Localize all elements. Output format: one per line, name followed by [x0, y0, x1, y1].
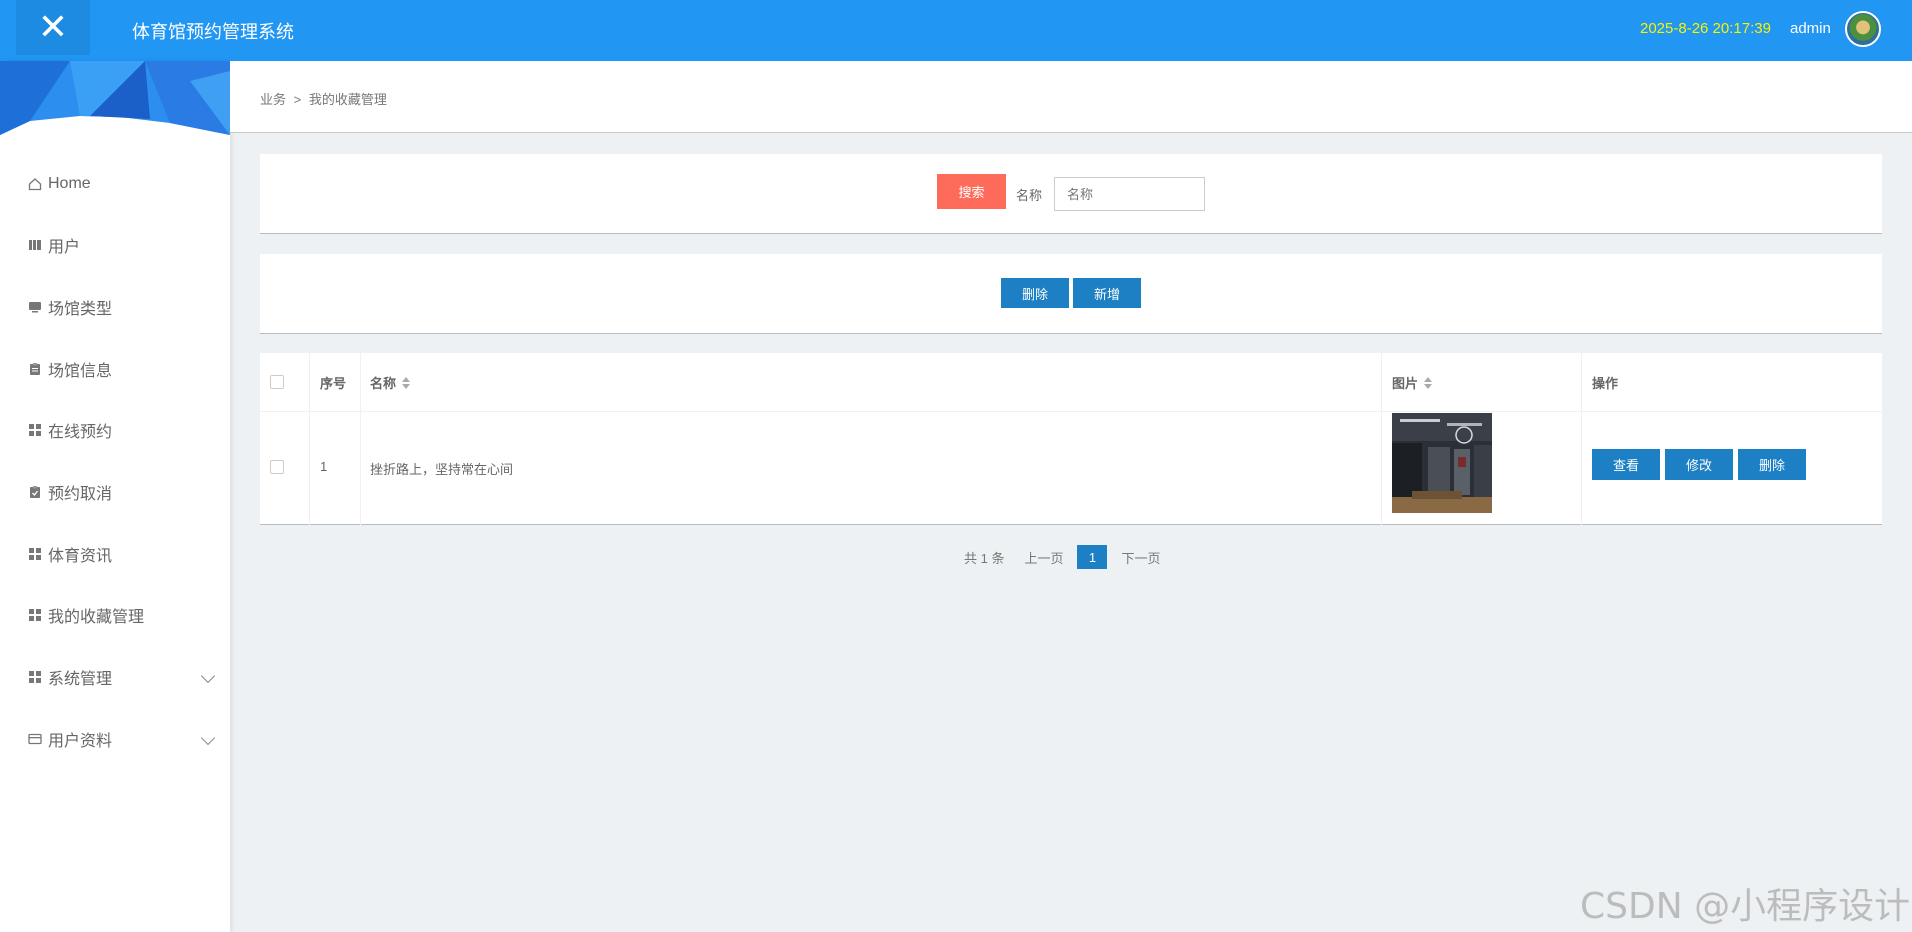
column-divider: [360, 353, 361, 525]
book-icon: [28, 238, 42, 252]
chevron-down-icon[interactable]: [200, 730, 216, 746]
chevron-down-icon[interactable]: [200, 668, 216, 684]
datetime-display: 2025-8-26 20:17:39: [1640, 20, 1771, 37]
sort-icon[interactable]: [402, 376, 411, 389]
sidebar-item-label: 预约取消: [48, 486, 113, 503]
watermark: CSDN @小程序设计: [1580, 886, 1911, 927]
search-input[interactable]: [1054, 177, 1205, 211]
sidebar-item-my-favorites[interactable]: 我的收藏管理: [28, 603, 213, 627]
grid-icon: [28, 608, 42, 622]
breadcrumb: 业务 > 我的收藏管理: [260, 89, 387, 108]
column-header-label: 序号: [320, 376, 347, 391]
breadcrumb-separator: >: [293, 92, 302, 107]
next-page-link[interactable]: 下一页: [1121, 548, 1160, 567]
select-all-checkbox[interactable]: [270, 375, 284, 389]
column-header-label: 操作: [1592, 376, 1619, 391]
sidebar-item-label: 系统管理: [48, 671, 113, 688]
sidebar-item-venue-types[interactable]: 场馆类型: [28, 295, 213, 319]
sidebar-item-user-profile[interactable]: 用户资料: [28, 727, 216, 751]
favorites-table: 序号 名称 图片 操作 1 挫折路上，坚持常在心间 查看 修改 删除: [260, 353, 1882, 525]
page-number-current[interactable]: 1: [1077, 545, 1108, 569]
column-divider: [1581, 353, 1582, 525]
grid-icon: [28, 423, 42, 437]
sidebar-item-label: 在线预约: [48, 424, 113, 441]
sidebar-item-label: Home: [48, 175, 91, 192]
search-panel: 搜索 名称: [260, 154, 1882, 234]
close-icon: ✕: [37, 6, 69, 48]
grid-icon: [28, 547, 42, 561]
column-header-label: 图片: [1392, 376, 1419, 391]
sidebar-item-venue-info[interactable]: 场馆信息: [28, 357, 213, 381]
sidebar-item-label: 用户: [48, 239, 81, 256]
home-icon: [28, 177, 42, 191]
column-header-name[interactable]: 名称: [370, 373, 411, 392]
column-header-image[interactable]: 图片: [1392, 373, 1433, 392]
card-icon: [28, 732, 42, 746]
header-row-divider: [260, 411, 1882, 412]
app-title: 体育馆预约管理系统: [132, 22, 294, 42]
breadcrumb-root[interactable]: 业务: [260, 92, 286, 107]
prev-page-link[interactable]: 上一页: [1024, 548, 1063, 567]
sort-icon[interactable]: [1424, 376, 1433, 389]
edit-button[interactable]: 修改: [1665, 449, 1733, 480]
sidebar-banner-graphic: [0, 61, 230, 135]
pagination: 共 1 条 上一页 1 下一页: [964, 545, 1161, 569]
column-divider: [1381, 353, 1382, 525]
row-image-thumbnail[interactable]: [1392, 413, 1492, 513]
column-divider: [309, 353, 310, 525]
column-header-label: 名称: [370, 376, 397, 391]
sidebar-item-users[interactable]: 用户: [28, 233, 213, 257]
sidebar-item-label: 场馆信息: [48, 363, 113, 380]
bulk-delete-button[interactable]: 删除: [1001, 278, 1069, 308]
close-sidebar-button[interactable]: ✕: [16, 0, 90, 55]
gym-interior-image: [1392, 413, 1492, 513]
clipboard-check-icon: [28, 485, 42, 499]
top-header: ✕ 体育馆预约管理系统 2025-8-26 20:17:39 admin: [0, 0, 1912, 61]
grid-icon: [28, 670, 42, 684]
row-checkbox[interactable]: [270, 460, 284, 474]
sidebar: Home 用户 场馆类型 场馆信息 在线预约 预约取消 体育资讯 我的收藏管理 …: [0, 61, 230, 932]
breadcrumb-bar: 业务 > 我的收藏管理: [230, 61, 1912, 133]
sidebar-item-system-management[interactable]: 系统管理: [28, 665, 216, 689]
action-panel: 删除 新增: [260, 254, 1882, 334]
clipboard-icon: [28, 362, 42, 376]
username[interactable]: admin: [1790, 20, 1831, 37]
view-button[interactable]: 查看: [1592, 449, 1660, 480]
row-delete-button[interactable]: 删除: [1738, 449, 1806, 480]
search-field-label: 名称: [1016, 188, 1043, 203]
sidebar-item-online-booking[interactable]: 在线预约: [28, 418, 213, 442]
sidebar-item-label: 我的收藏管理: [48, 609, 145, 626]
sidebar-item-booking-cancel[interactable]: 预约取消: [28, 480, 213, 504]
sidebar-item-label: 体育资讯: [48, 548, 113, 565]
add-button[interactable]: 新增: [1073, 278, 1141, 308]
monitor-icon: [28, 300, 42, 314]
row-name: 挫折路上，坚持常在心间: [370, 462, 514, 477]
pagination-total: 共 1 条: [964, 550, 1005, 566]
sidebar-item-home[interactable]: Home: [28, 172, 213, 196]
breadcrumb-current: 我的收藏管理: [308, 92, 387, 107]
column-header-index: 序号: [320, 373, 346, 392]
avatar[interactable]: [1845, 11, 1881, 47]
sidebar-item-sports-news[interactable]: 体育资讯: [28, 542, 213, 566]
column-header-operations: 操作: [1592, 373, 1618, 392]
sidebar-item-label: 用户资料: [48, 733, 113, 750]
sidebar-item-label: 场馆类型: [48, 301, 113, 318]
search-button[interactable]: 搜索: [937, 174, 1006, 209]
row-index: 1: [320, 459, 328, 474]
